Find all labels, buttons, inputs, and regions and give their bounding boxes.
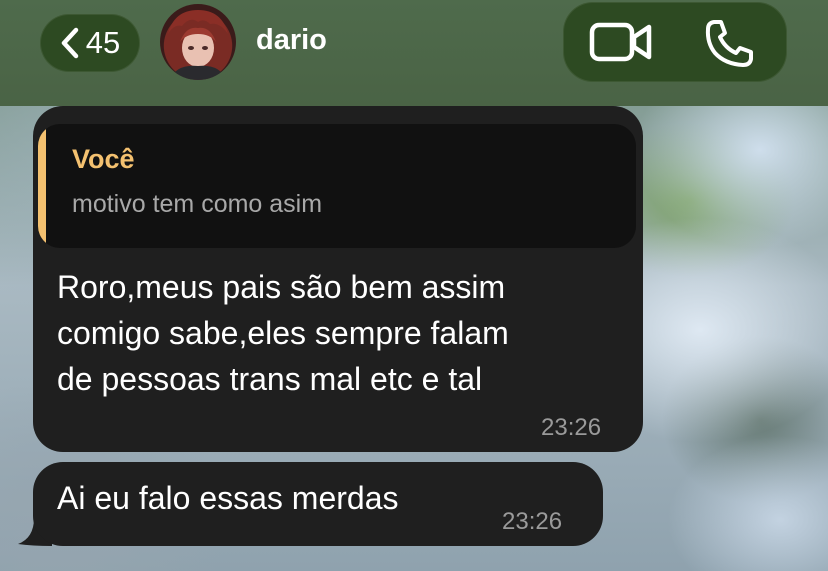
message-timestamp: 23:26	[502, 508, 563, 535]
message-text: Roro,meus pais são bem assim comigo sabe…	[57, 269, 509, 397]
avatar[interactable]	[160, 4, 236, 80]
chevron-left-icon	[61, 27, 78, 59]
back-unread-count: 45	[85, 25, 121, 60]
message-timestamp: 23:26	[541, 414, 602, 441]
reply-text: motivo tem como asim	[72, 190, 323, 218]
reply-accent-bar	[38, 124, 46, 248]
avatar-image	[168, 10, 228, 80]
reply-quote[interactable]: Você motivo tem como asim	[38, 124, 636, 248]
video-call-button[interactable]	[589, 20, 653, 64]
call-actions	[563, 2, 787, 82]
voice-call-button[interactable]	[703, 18, 755, 70]
contact-name[interactable]: dario	[256, 24, 327, 57]
message-text: Ai eu falo essas merdas	[57, 480, 399, 516]
reply-sender: Você	[72, 144, 135, 174]
back-button[interactable]: 45	[40, 14, 140, 72]
video-camera-icon	[589, 22, 652, 62]
chat-header: 45 dario	[0, 0, 828, 106]
phone-icon	[705, 20, 753, 67]
